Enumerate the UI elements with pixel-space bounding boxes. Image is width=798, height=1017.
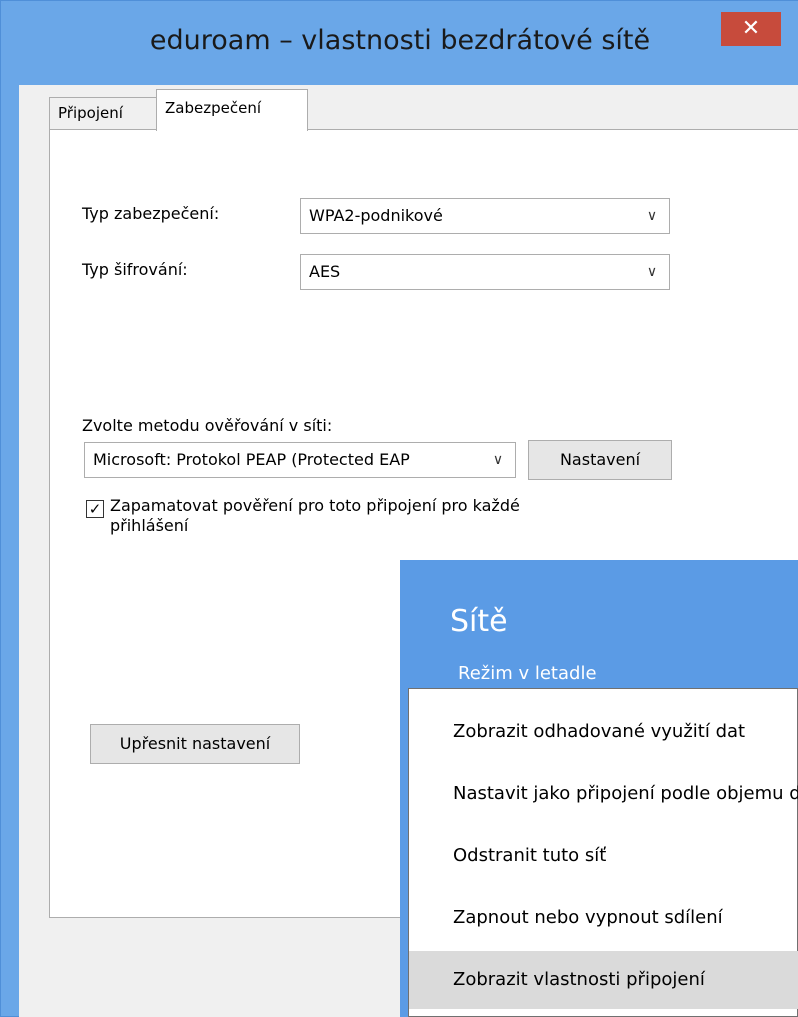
close-button[interactable]: ✕ [721, 12, 781, 46]
auth-settings-button[interactable]: Nastavení [528, 440, 672, 480]
close-icon: ✕ [741, 16, 761, 41]
menu-item-view-properties[interactable]: Zobrazit vlastnosti připojení [409, 951, 798, 1009]
remember-credentials-label: Zapamatovat pověření pro toto připojení … [110, 496, 520, 515]
encryption-type-select[interactable]: AES ∨ [300, 254, 670, 290]
remember-credentials-checkbox[interactable]: ✓ [86, 500, 104, 518]
flyout-title: Sítě [450, 604, 508, 639]
window-title: eduroam – vlastnosti bezdrátové sítě [149, 25, 651, 56]
menu-item-show-data-usage[interactable]: Zobrazit odhadované využití dat [409, 703, 798, 761]
security-type-value: WPA2-podnikové [309, 206, 443, 225]
airplane-mode-label[interactable]: Režim v letadle [458, 663, 597, 684]
networks-flyout: Sítě Režim v letadle Zobrazit odhadované… [400, 560, 798, 1017]
tab-connection[interactable]: Připojení [49, 97, 158, 129]
checkmark-icon: ✓ [88, 500, 102, 518]
remember-credentials-label-cont: přihlášení [110, 516, 189, 535]
auth-method-label: Zvolte metodu ověřování v síti: [82, 416, 333, 435]
chevron-down-icon: ∨ [646, 264, 658, 280]
network-context-menu: Zobrazit odhadované využití dat Nastavit… [408, 688, 798, 1017]
advanced-settings-button[interactable]: Upřesnit nastavení [90, 724, 300, 764]
title-bar[interactable]: eduroam – vlastnosti bezdrátové sítě ✕ [1, 1, 798, 85]
security-type-label: Typ zabezpečení: [82, 204, 220, 223]
menu-item-forget-network[interactable]: Odstranit tuto síť [409, 827, 798, 885]
auth-method-value: Microsoft: Protokol PEAP (Protected EAP [93, 450, 410, 469]
auth-method-select[interactable]: Microsoft: Protokol PEAP (Protected EAP … [84, 442, 516, 478]
security-type-select[interactable]: WPA2-podnikové ∨ [300, 198, 670, 234]
chevron-down-icon: ∨ [646, 208, 658, 224]
encryption-type-label: Typ šifrování: [82, 260, 188, 279]
menu-item-toggle-sharing[interactable]: Zapnout nebo vypnout sdílení [409, 889, 798, 947]
tab-security[interactable]: Zabezpečení [156, 89, 308, 131]
menu-item-set-metered[interactable]: Nastavit jako připojení podle objemu dat [409, 765, 798, 823]
encryption-type-value: AES [309, 262, 341, 281]
chevron-down-icon: ∨ [489, 443, 507, 477]
